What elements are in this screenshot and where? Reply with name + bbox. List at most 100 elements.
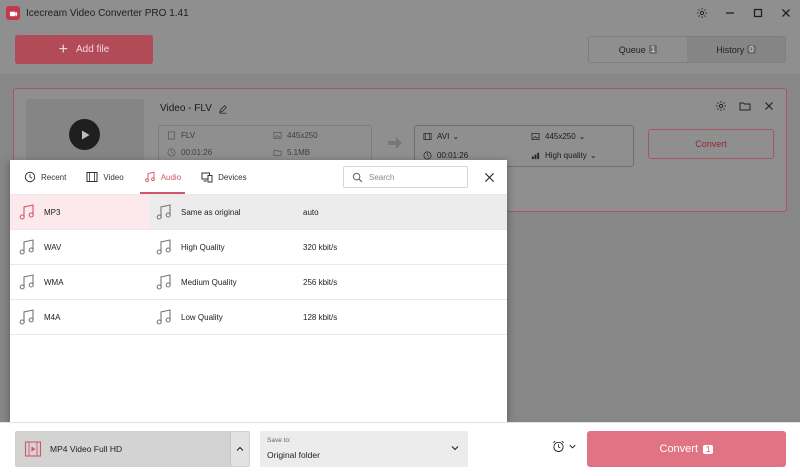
tab-video[interactable]: Video [80,160,129,194]
video-thumbnail[interactable] [26,99,144,169]
devices-icon [201,172,213,183]
source-duration-text: 00:01:26 [181,148,213,157]
profile-toggle-button[interactable] [230,432,249,466]
tab-audio[interactable]: Audio [138,160,187,194]
title-bar: Icecream Video Converter PRO 1.41 [0,0,800,26]
arrow-right-icon [388,137,402,151]
format-option[interactable]: MP3 [10,195,149,229]
plus-icon: + [58,40,68,58]
music-icon [19,239,34,255]
format-label: M4A [44,312,61,322]
bitrate-label: 256 kbit/s [303,277,338,287]
save-to-select[interactable]: Save to: Original folder [260,431,468,467]
chevron-up-icon [236,446,244,451]
save-to-label: Save to: [267,437,291,444]
format-row-wma[interactable]: WMA Medium Quality 256 kbit/s [10,264,507,299]
source-format-text: FLV [181,131,196,140]
add-file-label: Add file [75,44,110,55]
window-title: Icecream Video Converter PRO 1.41 [26,7,189,19]
tab-devices[interactable]: Devices [195,160,252,194]
convert-count-badge: 1 [703,444,714,454]
music-icon [144,171,155,183]
video-profile-icon [24,441,42,457]
tab-video-label: Video [103,172,124,182]
format-row-m4a[interactable]: M4A Low Quality 128 kbit/s [10,299,507,334]
close-panel-icon[interactable] [480,168,498,186]
file-convert-button[interactable]: Convert [648,129,774,159]
source-size: 5.1MB [273,148,310,157]
quality-option[interactable]: Medium Quality 256 kbit/s [149,265,507,299]
format-label: WAV [44,242,62,252]
file-name: Video - FLV [160,103,228,114]
toolbar: + Add file Queue 1 History 0 [0,26,800,74]
chevron-down-icon: ⌄ [589,151,597,160]
tab-queue[interactable]: Queue 1 [589,37,687,62]
file-settings-icon[interactable] [714,99,728,113]
open-folder-icon[interactable] [738,99,752,113]
close-window-icon[interactable] [772,0,800,26]
image-icon [273,131,282,140]
minimize-icon[interactable] [716,0,744,26]
profile-label: MP4 Video Full HD [50,444,123,454]
schedule-button[interactable] [552,440,577,453]
image-icon [531,132,540,141]
file-name-text: Video - FLV [160,103,212,114]
play-icon[interactable] [69,119,100,150]
format-search [343,166,468,188]
music-icon [19,309,34,325]
tab-history[interactable]: History 0 [687,37,785,62]
target-quality-select[interactable]: High quality ⌄ [531,151,597,160]
profile-select: MP4 Video Full HD [15,431,250,467]
format-option[interactable]: WMA [10,265,149,299]
bitrate-label: 128 kbit/s [303,312,338,322]
quality-option[interactable]: Same as original auto [149,195,507,229]
bottom-bar: MP4 Video Full HD Save to: Original fold… [0,422,800,474]
chevron-down-icon: ⌄ [578,132,586,141]
settings-icon[interactable] [688,0,716,26]
profile-button[interactable]: MP4 Video Full HD [16,432,231,466]
search-input[interactable] [369,172,459,182]
remove-file-icon[interactable] [762,99,776,113]
quality-label: Same as original [181,207,241,217]
add-file-button[interactable]: + Add file [15,35,153,64]
format-label: MP3 [44,207,61,217]
clock-icon [167,148,176,157]
target-format-text: AVI [437,132,450,141]
convert-all-button[interactable]: Convert 1 [587,431,786,467]
alarm-clock-icon [553,440,564,453]
maximize-icon[interactable] [744,0,772,26]
music-icon [156,309,171,325]
quality-option[interactable]: Low Quality 128 kbit/s [149,300,507,334]
history-count-badge: 0 [747,45,756,54]
chevron-down-icon [450,443,460,455]
source-duration: 00:01:26 [167,148,212,157]
format-option[interactable]: M4A [10,300,149,334]
film-icon [86,172,98,182]
chevron-down-icon [569,444,576,449]
row-divider [10,334,507,335]
target-resolution-select[interactable]: 445x250 ⌄ [531,132,585,141]
quality-option[interactable]: High Quality 320 kbit/s [149,230,507,264]
app-logo-icon [6,6,20,20]
film-icon [423,132,432,141]
source-format: FLV [167,131,195,140]
format-row-mp3[interactable]: MP3 Same as original auto [10,194,507,229]
target-resolution-text: 445x250 [545,132,576,141]
target-format-select[interactable]: AVI ⌄ [423,132,459,141]
folder-icon [273,149,282,157]
quality-label: High Quality [181,242,225,252]
clock-icon [423,151,432,160]
tab-audio-label: Audio [160,172,182,182]
format-option[interactable]: WAV [10,230,149,264]
tab-devices-label: Devices [218,172,247,182]
save-to-value: Original folder [267,450,320,460]
convert-all-label: Convert [659,443,699,455]
tab-recent[interactable]: Recent [18,160,72,194]
source-resolution: 445x250 [273,131,318,140]
edit-icon[interactable] [218,104,228,114]
music-icon [19,274,34,290]
target-quality-text: High quality [545,151,587,160]
format-row-wav[interactable]: WAV High Quality 320 kbit/s [10,229,507,264]
tab-history-label: History [716,44,745,55]
quality-icon [531,152,540,160]
